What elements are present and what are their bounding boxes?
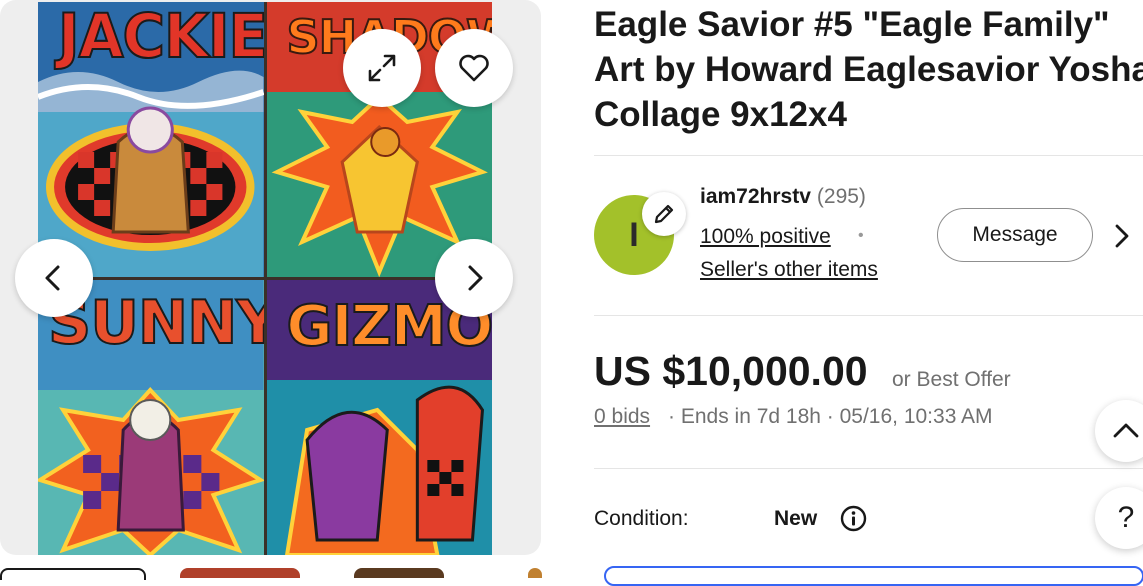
condition-label: Condition: <box>594 507 689 530</box>
bids-link[interactable]: 0 bids <box>594 405 650 429</box>
next-image-button[interactable] <box>435 239 513 317</box>
divider <box>594 155 1143 156</box>
seller-info: iam72hrstv (295) <box>700 185 866 209</box>
heart-icon <box>459 54 489 82</box>
thumbnail-4[interactable] <box>528 568 542 578</box>
art-panel-gizmo: GIZMO <box>266 280 492 555</box>
art-panel-jackie: JACKIE <box>38 2 264 277</box>
thumbnail-3[interactable] <box>354 568 444 578</box>
auction-end-time: · Ends in 7d 18h · 05/16, 10:33 AM <box>668 405 993 428</box>
image-gallery[interactable]: JACKIE SHADOW <box>0 0 541 555</box>
expand-image-button[interactable] <box>343 29 421 107</box>
chevron-up-icon <box>1113 423 1139 438</box>
seller-name[interactable]: iam72hrstv <box>700 185 811 208</box>
separator-dot: • <box>858 227 864 244</box>
listing-title: Eagle Savior #5 "Eagle Family" Art by Ho… <box>594 5 1143 134</box>
thumbnail-strip[interactable] <box>0 564 560 580</box>
pencil-icon <box>654 204 674 224</box>
avatar-initial: I <box>629 215 639 254</box>
message-seller-button[interactable]: Message <box>937 208 1093 262</box>
seller-other-items-link[interactable]: Seller's other items <box>700 258 878 282</box>
scroll-to-top-button[interactable] <box>1095 400 1143 462</box>
divider <box>594 315 1143 316</box>
art-panel-sunny: SUNNY <box>38 280 264 555</box>
art-word-jackie: JACKIE <box>57 2 264 73</box>
seller-feedback-count: (295) <box>816 185 866 208</box>
info-icon[interactable] <box>840 505 867 532</box>
thumbnail-2[interactable] <box>180 568 300 578</box>
condition-value: New <box>774 507 818 530</box>
chevron-right-icon <box>468 265 483 291</box>
thumbnail-1[interactable] <box>0 568 146 580</box>
divider <box>594 468 1143 469</box>
chevron-right-icon[interactable] <box>1108 222 1136 250</box>
help-button[interactable]: ? <box>1095 487 1143 549</box>
expand-icon <box>368 54 396 82</box>
previous-image-button[interactable] <box>15 239 93 317</box>
buy-button-partial[interactable] <box>604 566 1143 586</box>
listing-image[interactable]: JACKIE SHADOW <box>38 2 492 555</box>
seller-positive-feedback-link[interactable]: 100% positive <box>700 225 831 249</box>
chevron-left-icon <box>45 265 60 291</box>
edit-badge <box>642 192 686 236</box>
watch-button[interactable] <box>435 29 513 107</box>
best-offer-label: or Best Offer <box>892 368 1011 391</box>
item-price: US $10,000.00 <box>594 348 868 394</box>
